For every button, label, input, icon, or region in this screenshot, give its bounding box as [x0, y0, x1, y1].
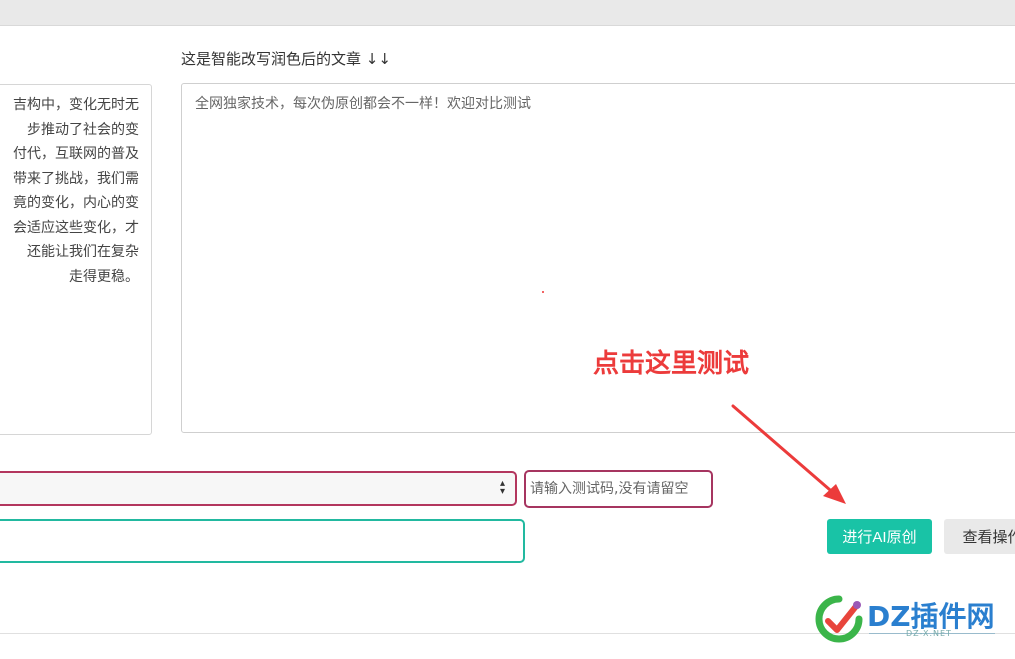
output-label: 这是智能改写润色后的文章 ↓↓ — [181, 50, 391, 68]
cursor-dot — [542, 291, 544, 293]
top-bar — [0, 0, 1015, 26]
select-caret-icon: ▴ ▾ — [499, 478, 505, 497]
original-article-text: 吉构中，变化无时无 步推动了社会的变 付代，互联网的普及 带来了挑战，我们需 竟… — [13, 97, 139, 285]
mode-select[interactable]: ▴ ▾ — [0, 471, 517, 506]
view-operations-button[interactable]: 查看操作 — [944, 519, 1015, 554]
text-input[interactable] — [0, 519, 525, 563]
rewritten-article-text: 全网独家技术，每次伪原创都会不一样！欢迎对比测试 — [195, 96, 531, 112]
annotation-arrow — [731, 404, 846, 504]
original-article-box[interactable]: 吉构中，变化无时无 步推动了社会的变 付代，互联网的普及 带来了挑战，我们需 竟… — [0, 84, 152, 435]
test-code-input[interactable] — [524, 470, 713, 508]
dz-logo-icon — [815, 595, 863, 643]
ai-rewrite-button[interactable]: 进行AI原创 — [827, 519, 932, 554]
rewritten-article-box[interactable]: 全网独家技术，每次伪原创都会不一样！欢迎对比测试 — [181, 83, 1015, 433]
click-here-annotation: 点击这里测试 — [593, 349, 750, 379]
watermark-subtext: DZ-X.NET — [906, 629, 952, 638]
watermark: DZ插件网 DZ-X.NET — [813, 593, 1013, 653]
